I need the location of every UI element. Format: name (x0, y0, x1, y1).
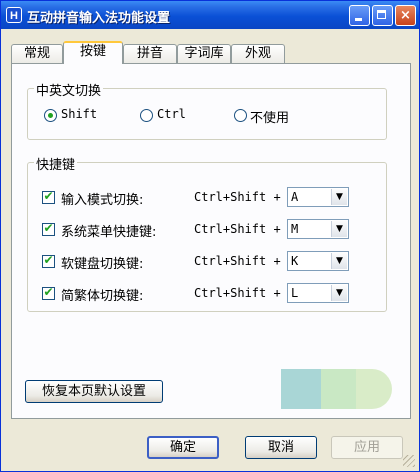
close-button[interactable]: × (395, 5, 416, 26)
minimize-icon (355, 18, 362, 21)
tab-dictionary[interactable]: 字词库 (177, 44, 231, 63)
tab-general[interactable]: 常规 (11, 44, 63, 63)
hotkey-checkbox[interactable]: ✔ (42, 285, 55, 300)
watermark-block (321, 369, 361, 409)
tab-panel-keys: 中英文切换 Shift Ctrl 不使用 快捷键 ✔ 输入模式切换: Ctrl+… (11, 63, 411, 419)
hotkey-key-select[interactable]: M ▼ (287, 219, 349, 239)
radio-selected-dot (48, 113, 53, 118)
maximize-icon (377, 10, 386, 19)
checkmark-icon: ✔ (43, 221, 54, 235)
hotkey-modifier: Ctrl+Shift + (194, 286, 281, 300)
hotkey-modifier: Ctrl+Shift + (194, 222, 281, 236)
radio-ctrl[interactable] (140, 109, 153, 122)
chevron-down-icon[interactable]: ▼ (331, 285, 347, 301)
hotkey-label: 系统菜单快捷键: (61, 225, 157, 240)
watermark-block (281, 369, 321, 409)
restore-defaults-button[interactable]: 恢复本页默认设置 (25, 380, 163, 403)
checkmark-icon: ✔ (43, 253, 54, 267)
hotkey-key-value: M (291, 222, 299, 236)
app-logo-icon: H (6, 7, 22, 23)
checkmark-icon: ✔ (43, 189, 54, 203)
hotkey-checkbox[interactable]: ✔ (42, 221, 55, 236)
hotkey-checkbox[interactable]: ✔ (42, 189, 55, 204)
hotkey-checkbox[interactable]: ✔ (42, 253, 55, 268)
minimize-button[interactable] (349, 5, 370, 26)
tab-pinyin[interactable]: 拼音 (123, 44, 177, 63)
tab-keys[interactable]: 按键 (63, 41, 123, 64)
dialog-window: H 互动拼音输入法功能设置 × 常规 按键 拼音 字词库 外观 中英文切换 Sh… (0, 0, 420, 472)
hotkey-modifier: Ctrl+Shift + (194, 254, 281, 268)
chevron-down-icon[interactable]: ▼ (331, 189, 347, 205)
resize-grip-icon[interactable] (403, 455, 415, 467)
hotkey-label: 软键盘切换键: (61, 257, 144, 272)
hotkey-modifier: Ctrl+Shift + (194, 190, 281, 204)
tab-appearance[interactable]: 外观 (231, 44, 285, 63)
window-title: 互动拼音输入法功能设置 (27, 11, 171, 26)
hotkey-key-select[interactable]: A ▼ (287, 187, 349, 207)
hotkey-key-value: K (291, 254, 299, 268)
hotkey-key-select[interactable]: L ▼ (287, 283, 349, 303)
radio-ctrl-label[interactable]: Ctrl (157, 107, 186, 121)
hotkey-group: 快捷键 ✔ 输入模式切换: Ctrl+Shift + A ▼ ✔ 系统菜单快捷键:… (27, 154, 387, 312)
chevron-down-icon[interactable]: ▼ (331, 253, 347, 269)
cn-en-switch-title: 中英文切换 (34, 80, 104, 99)
maximize-button[interactable] (372, 5, 393, 26)
radio-shift[interactable] (44, 109, 57, 122)
ok-button[interactable]: 确定 (147, 436, 219, 459)
cancel-button[interactable]: 取消 (245, 436, 317, 459)
radio-none[interactable] (234, 109, 247, 122)
hotkey-label: 输入模式切换: (61, 193, 144, 208)
radio-shift-label[interactable]: Shift (61, 107, 97, 121)
hotkey-key-value: A (291, 190, 299, 204)
hotkey-label: 简繁体切换键: (61, 289, 144, 304)
radio-none-label[interactable]: 不使用 (250, 107, 289, 126)
title-bar[interactable]: H 互动拼音输入法功能设置 × (1, 1, 419, 29)
watermark-block (356, 369, 392, 409)
cn-en-switch-group: 中英文切换 Shift Ctrl 不使用 (27, 80, 387, 140)
apply-button[interactable]: 应用 (331, 436, 403, 459)
checkmark-icon: ✔ (43, 285, 54, 299)
chevron-down-icon[interactable]: ▼ (331, 221, 347, 237)
close-icon: × (400, 8, 411, 23)
hotkey-group-title: 快捷键 (34, 154, 78, 173)
hotkey-key-value: L (291, 286, 299, 300)
hotkey-key-select[interactable]: K ▼ (287, 251, 349, 271)
